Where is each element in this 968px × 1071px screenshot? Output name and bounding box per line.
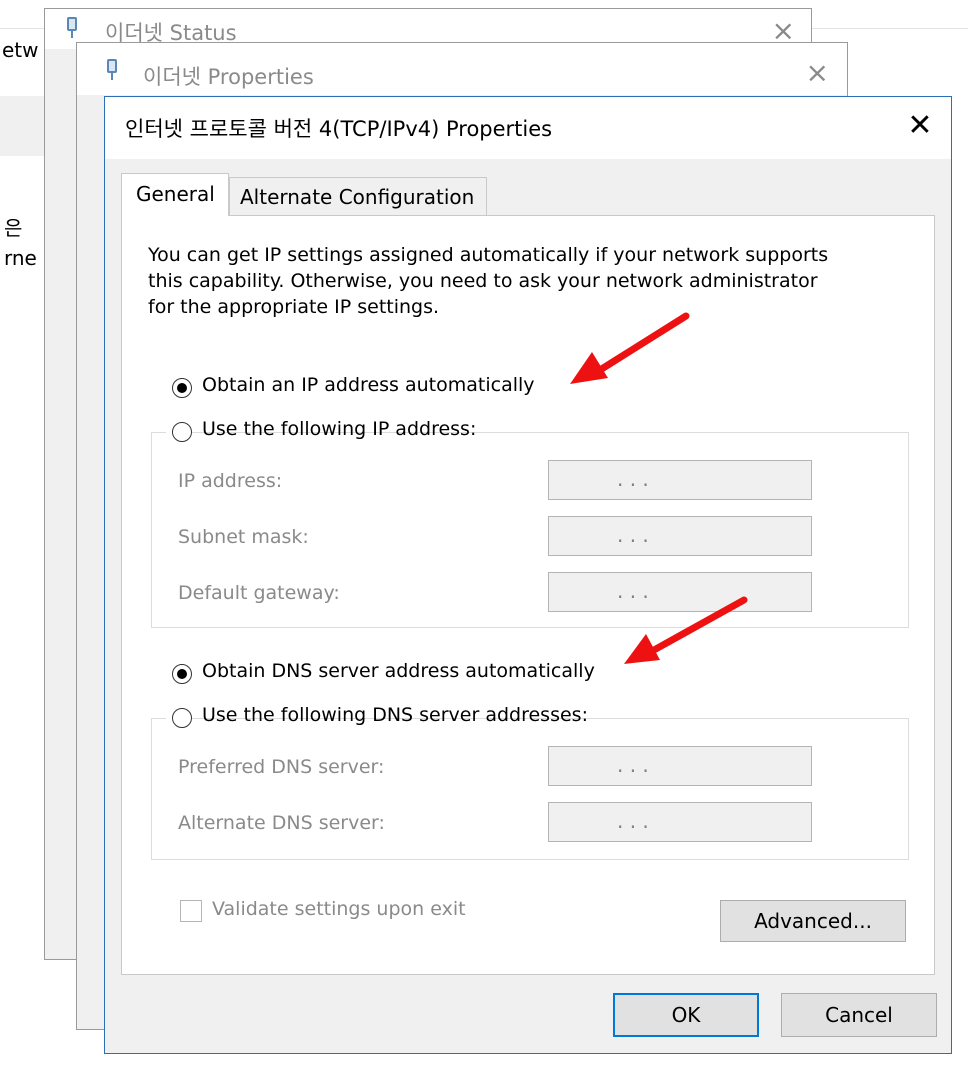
tab-general-label: General: [136, 182, 215, 206]
tab-general[interactable]: General: [121, 173, 229, 216]
red-arrow-icon: [570, 312, 690, 384]
annotation-overlay: [570, 312, 748, 664]
red-arrow-icon: [624, 596, 748, 664]
